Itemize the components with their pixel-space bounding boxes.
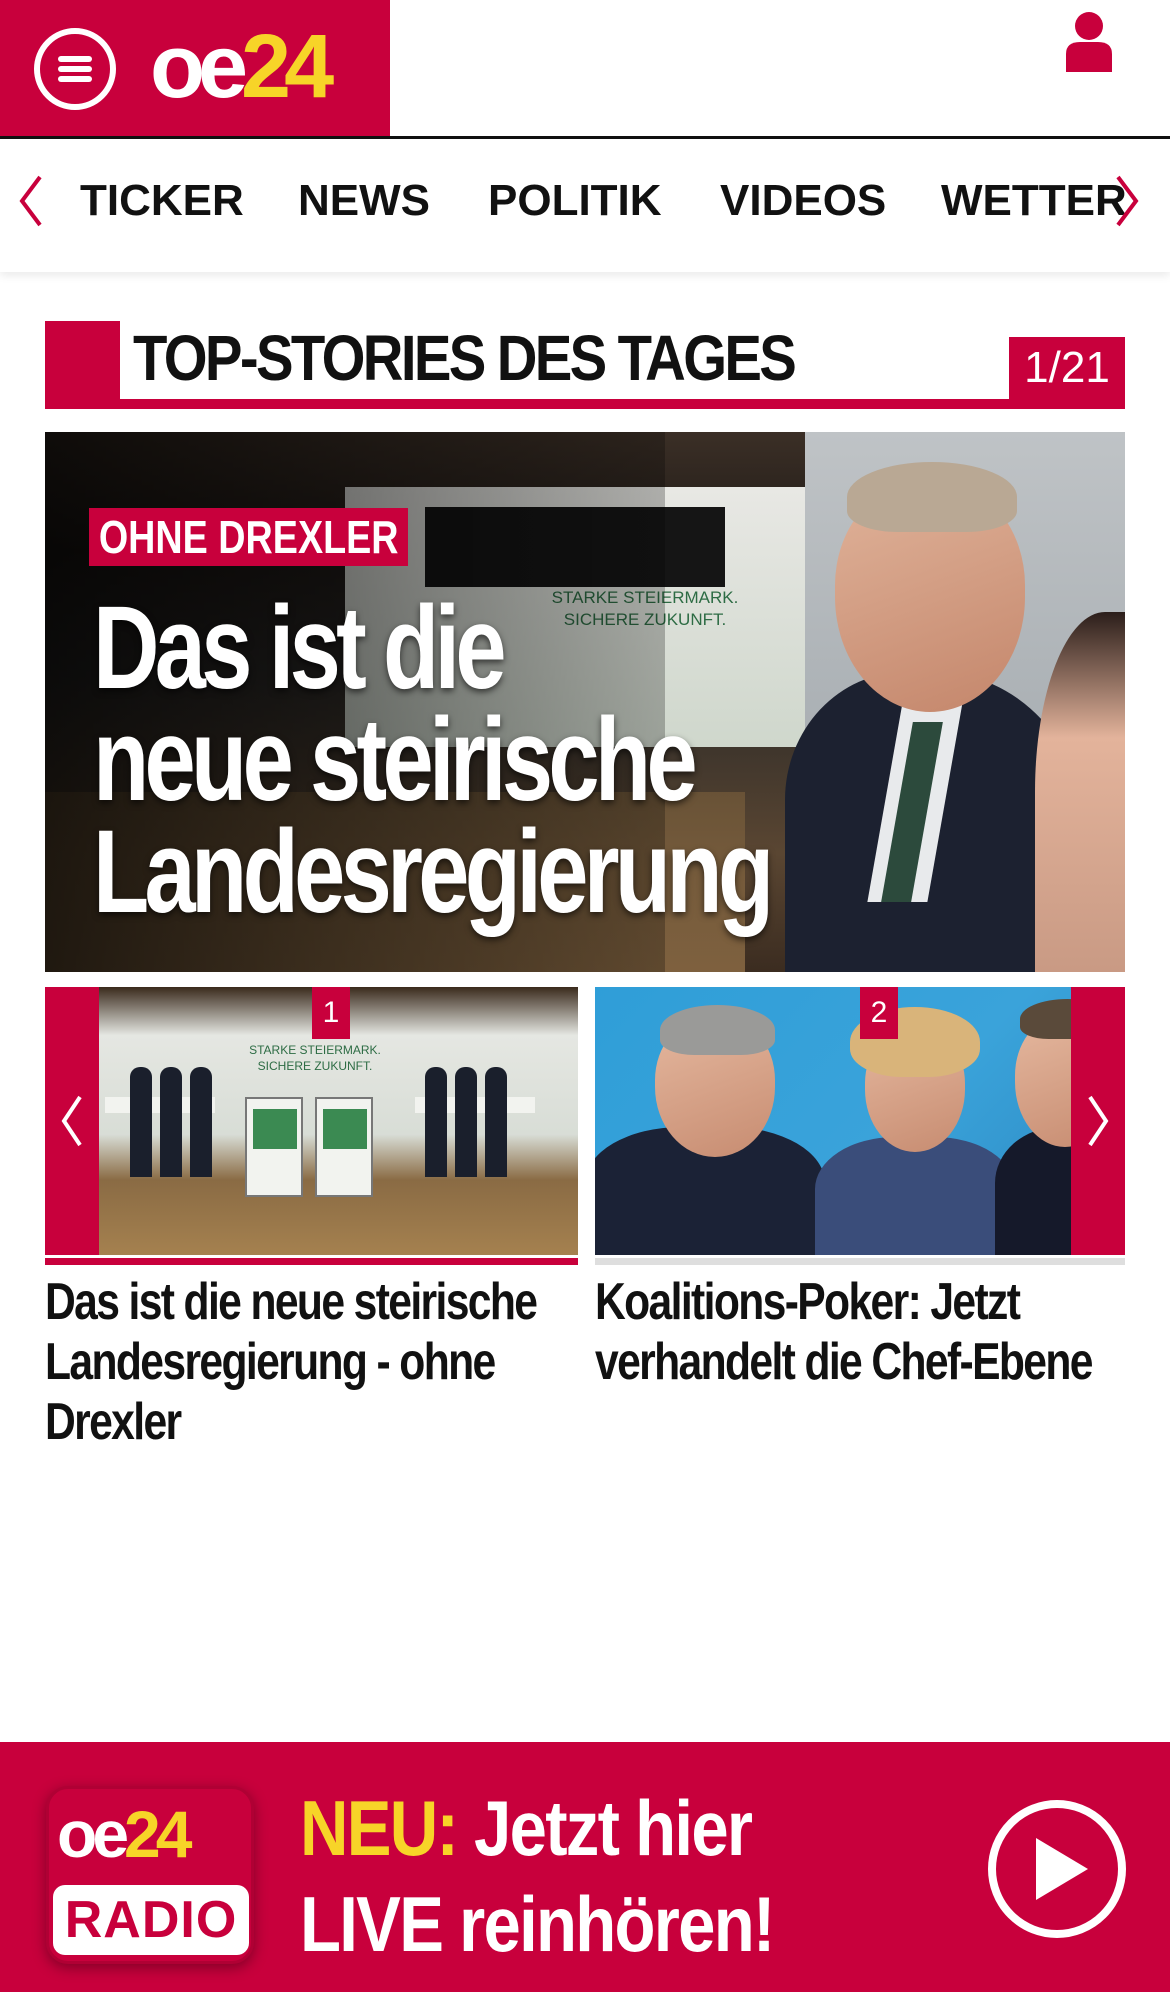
radio-logo: oe24 RADIO [46,1786,254,1964]
nav-item-videos[interactable]: VIDEOS [720,175,886,227]
nav-item-news[interactable]: NEWS [298,175,430,227]
hero-story[interactable]: STARKE STEIERMARK. SICHERE ZUKUNFT. OHNE… [45,432,1125,972]
nav-item-ticker[interactable]: TICKER [80,175,244,227]
radio-banner-text: NEU: Jetzt hier LIVE reinhören! [300,1780,782,1972]
section-title: TOP-STORIES DES TAGES [133,322,797,394]
site-logo[interactable]: oe24 [150,22,334,112]
carousel-next-chevron-right-icon[interactable] [1071,987,1125,1255]
hamburger-menu-icon[interactable] [34,28,116,110]
hero-headline[interactable]: Das ist die neue steirische Landesregier… [93,589,795,931]
radio-banner-line2: LIVE reinhören! [300,1880,775,1968]
play-icon[interactable] [988,1800,1126,1938]
radio-banner-highlight: NEU: [300,1784,459,1872]
tile-image-slogan: STARKE STEIERMARK. SICHERE ZUKUNFT. [249,1043,381,1073]
radio-logo-number: 24 [124,1797,192,1871]
hero-kicker: OHNE DREXLER [89,508,409,566]
carousel-item-2-title[interactable]: Koalitions-Poker: Jetzt verhandelt die C… [595,1272,1136,1392]
section-underline [45,399,1125,409]
carousel-item-2-indicator [595,1258,1125,1265]
carousel-item-1-title[interactable]: Das ist die neue steirische Landesregier… [45,1272,570,1452]
carousel-item-1-indicator [45,1258,578,1265]
radio-logo-sub: RADIO [53,1885,249,1955]
logo-number: 24 [241,17,334,117]
category-nav: TICKER NEWS POLITIK VIDEOS WETTER [0,139,1170,272]
logo-block: oe24 [0,0,390,136]
carousel-item-2-number: 2 [860,987,898,1039]
user-icon[interactable] [1060,10,1118,72]
nav-next-chevron-right-icon[interactable] [1112,171,1142,231]
slide-counter: 1/21 [1009,337,1125,399]
nav-item-politik[interactable]: POLITIK [488,175,662,227]
carousel-prev-chevron-left-icon[interactable] [45,987,99,1255]
section-header: TOP-STORIES DES TAGES 1/21 [45,321,1125,409]
radio-logo-text: oe [57,1797,129,1871]
section-marker [45,321,120,409]
nav-prev-chevron-left-icon[interactable] [16,171,46,231]
carousel-item-1-number: 1 [312,987,350,1039]
nav-item-wetter[interactable]: WETTER [941,175,1127,227]
logo-text: oe [150,17,248,117]
radio-banner-line1: Jetzt hier [457,1784,753,1872]
radio-banner[interactable]: oe24 RADIO NEU: Jetzt hier LIVE reinhöre… [0,1742,1170,1992]
